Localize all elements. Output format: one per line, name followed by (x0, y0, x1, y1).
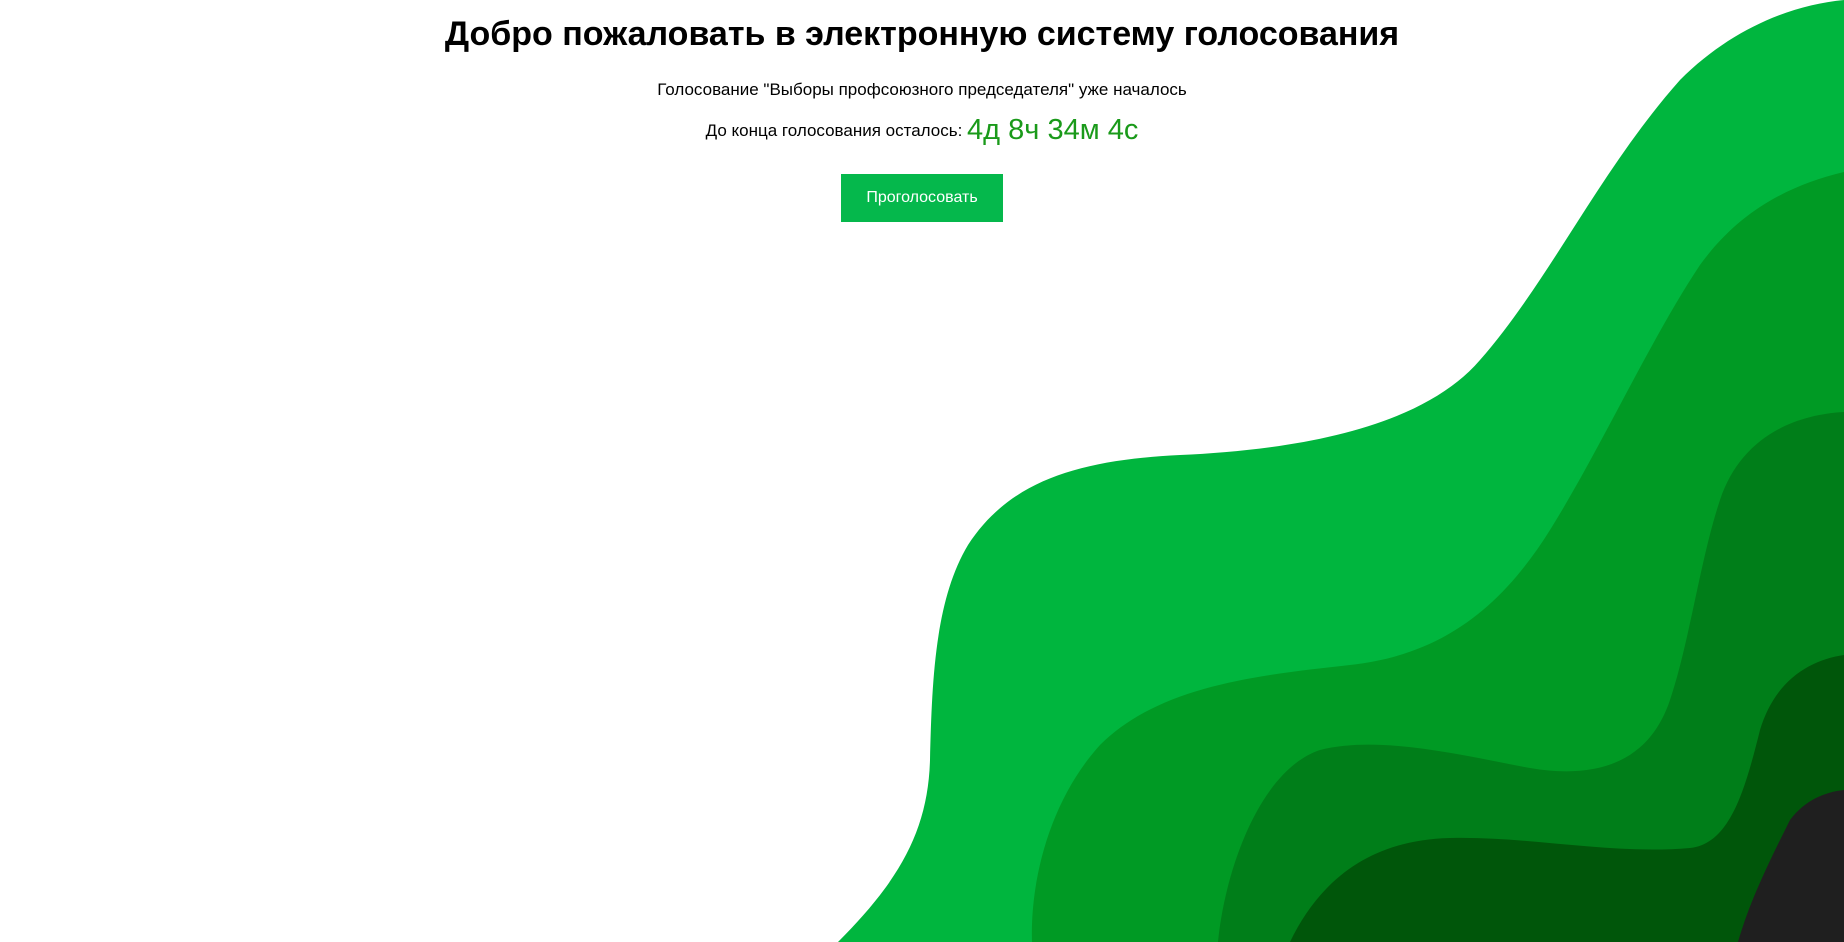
countdown-row: До конца голосования осталось: 4д 8ч 34м… (0, 114, 1844, 147)
voting-status-text: Голосование "Выборы профсоюзного председ… (657, 80, 1187, 99)
main-content: Добро пожаловать в электронную систему г… (0, 0, 1844, 222)
countdown-timer: 4д 8ч 34м 4с (967, 114, 1139, 146)
page: Добро пожаловать в электронную систему г… (0, 0, 1844, 942)
vote-button[interactable]: Проголосовать (841, 174, 1003, 222)
countdown-label: До конца голосования осталось: (705, 121, 963, 140)
page-title: Добро пожаловать в электронную систему г… (444, 15, 1400, 53)
